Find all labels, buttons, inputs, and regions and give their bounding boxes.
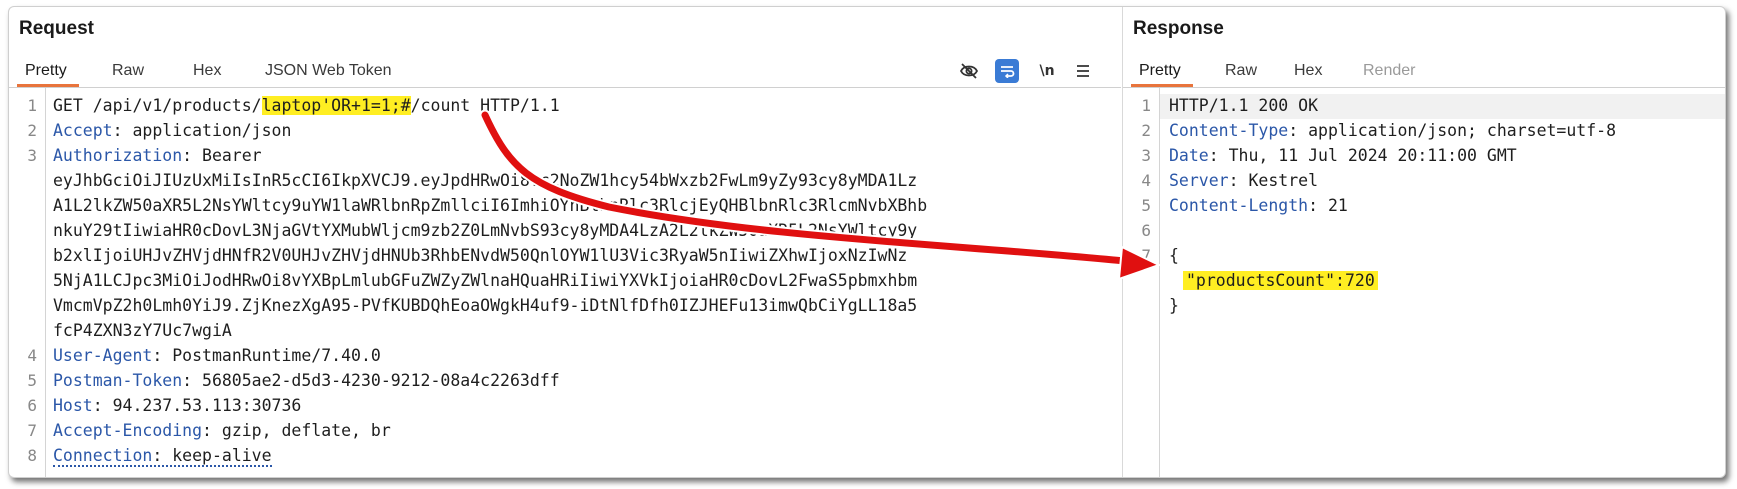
request-line: GET /api/v1/products/laptop'OR+1=1;#/cou…	[53, 96, 560, 115]
response-pane: Response Pretty Raw Hex Render 1 HTTP/1.…	[1122, 7, 1725, 477]
header-name: Connection	[53, 446, 153, 465]
header-name: Postman-Token	[53, 371, 183, 390]
request-method-path: GET /api/v1/products/	[53, 96, 262, 115]
line-number: 3	[1141, 146, 1151, 165]
line-number: 5	[1141, 196, 1151, 215]
header-name: Content-Type	[1169, 121, 1289, 140]
json-open-brace: {	[1169, 246, 1179, 265]
response-title: Response	[1133, 18, 1224, 39]
tab-pretty[interactable]: Pretty	[1131, 62, 1193, 87]
line-number: 3	[27, 146, 37, 165]
response-tabs: Pretty Raw Hex Render	[1123, 53, 1725, 88]
header-line: Content-Type: application/json; charset=…	[1169, 121, 1616, 140]
header-line: Host: 94.237.53.113:30736	[53, 396, 301, 415]
request-tabs: Pretty Raw Hex JSON Web Token \n	[9, 53, 1121, 88]
tab-render[interactable]: Render	[1363, 62, 1415, 80]
jwt-token-line: 5NjA1LCJpc3MiOiJodHRwOi8vYXBpLmlubGFuZWZ…	[53, 271, 918, 290]
header-value: : application/json; charset=utf-8	[1288, 121, 1617, 140]
line-number: 2	[1141, 121, 1151, 140]
line-number: 1	[27, 96, 37, 115]
header-name: Authorization	[53, 146, 183, 165]
header-line: User-Agent: PostmanRuntime/7.40.0	[53, 346, 381, 365]
line-number: 2	[27, 121, 37, 140]
header-value: : 94.237.53.113:30736	[92, 396, 302, 415]
request-toolbar: \n	[957, 59, 1107, 83]
header-line: Content-Length: 21	[1169, 196, 1348, 215]
header-name: Accept	[53, 121, 113, 140]
tab-raw[interactable]: Raw	[112, 62, 144, 80]
jwt-token-line: VmcmVpZ2h0Lmh0YiJ9.ZjKnezXgA95-PVfKUBDQh…	[53, 296, 918, 315]
line-number: 4	[27, 346, 37, 365]
request-pane: Request Pretty Raw Hex JSON Web Token \n	[9, 7, 1121, 477]
header-value: : keep-alive	[152, 446, 272, 465]
request-path-suffix: /count HTTP/1.1	[410, 96, 560, 115]
response-editor[interactable]: 1 HTTP/1.1 200 OK 2 Content-Type: applic…	[1123, 88, 1725, 477]
header-name: Host	[53, 396, 93, 415]
header-name: Server	[1169, 171, 1229, 190]
json-value: :720	[1335, 271, 1375, 290]
header-value: : Thu, 11 Jul 2024 20:11:00 GMT	[1208, 146, 1517, 165]
header-line: Accept-Encoding: gzip, deflate, br	[53, 421, 391, 440]
line-number: 5	[27, 371, 37, 390]
line-number: 6	[1141, 221, 1151, 240]
jwt-token-line: nkuY29tIiwiaHR0cDovL3NjaGVtYXMubWljcm9zb…	[53, 221, 918, 240]
request-editor[interactable]: 1 GET /api/v1/products/laptop'OR+1=1;#/c…	[9, 88, 1121, 477]
header-value: : 21	[1308, 196, 1348, 215]
tab-json-web-token[interactable]: JSON Web Token	[265, 62, 392, 80]
header-value: : Kestrel	[1228, 171, 1319, 190]
header-value: : application/json	[112, 121, 292, 140]
tab-pretty[interactable]: Pretty	[17, 62, 79, 87]
jwt-token-line: eyJhbGciOiJIUzUxMiIsInR5cCI6IkpXVCJ9.eyJ…	[53, 171, 918, 190]
header-line: Server: Kestrel	[1169, 171, 1318, 190]
header-value: : Bearer	[182, 146, 262, 165]
header-line: Accept: application/json	[53, 121, 291, 140]
wrap-icon[interactable]	[995, 59, 1019, 83]
json-products-count: "productsCount":720	[1183, 271, 1378, 290]
header-name: Content-Length	[1169, 196, 1309, 215]
gutter-divider	[45, 88, 46, 477]
line-number: 7	[27, 421, 37, 440]
jwt-token-line: b2xlIjoiUHJvZHVjdHNfR2V0UHJvZHVjdHNUb3Rh…	[53, 246, 908, 265]
header-name: Date	[1169, 146, 1209, 165]
json-close-brace: }	[1169, 296, 1179, 315]
status-line: HTTP/1.1 200 OK	[1169, 96, 1319, 115]
header-line: Date: Thu, 11 Jul 2024 20:11:00 GMT	[1169, 146, 1517, 165]
header-value: : 56805ae2-d5d3-4230-9212-08a4c2263dff	[182, 371, 560, 390]
line-number: 7	[1141, 246, 1151, 265]
header-value: : PostmanRuntime/7.40.0	[152, 346, 381, 365]
newline-toggle[interactable]: \n	[1035, 59, 1059, 83]
request-title: Request	[19, 18, 94, 39]
header-value: : gzip, deflate, br	[202, 421, 391, 440]
header-line: Postman-Token: 56805ae2-d5d3-4230-9212-0…	[53, 371, 560, 390]
header-line: Authorization: Bearer	[53, 146, 262, 165]
sql-injection-payload: laptop'OR+1=1;#	[261, 96, 411, 115]
jwt-token-line: A1L2lkZW50aXR5L2NsYWltcy9uYW1laWRlbnRpZm…	[53, 196, 928, 215]
http-message-editor: Request Pretty Raw Hex JSON Web Token \n	[8, 6, 1726, 478]
tab-hex[interactable]: Hex	[193, 62, 221, 80]
header-line: Connection: keep-alive	[53, 446, 272, 467]
line-number: 1	[1141, 96, 1151, 115]
line-number: 6	[27, 396, 37, 415]
tab-hex[interactable]: Hex	[1294, 62, 1322, 80]
hamburger-icon[interactable]	[1071, 59, 1095, 83]
line-number: 8	[27, 446, 37, 465]
header-name: User-Agent	[53, 346, 153, 365]
tab-raw[interactable]: Raw	[1225, 62, 1257, 80]
eye-off-icon[interactable]	[957, 59, 981, 83]
jwt-token-line: fcP4ZXN3zY7Uc7wgiA	[53, 321, 232, 340]
header-name: Accept-Encoding	[53, 421, 203, 440]
line-number: 4	[1141, 171, 1151, 190]
gutter-divider	[1159, 88, 1160, 477]
json-key: "productsCount"	[1186, 271, 1336, 290]
